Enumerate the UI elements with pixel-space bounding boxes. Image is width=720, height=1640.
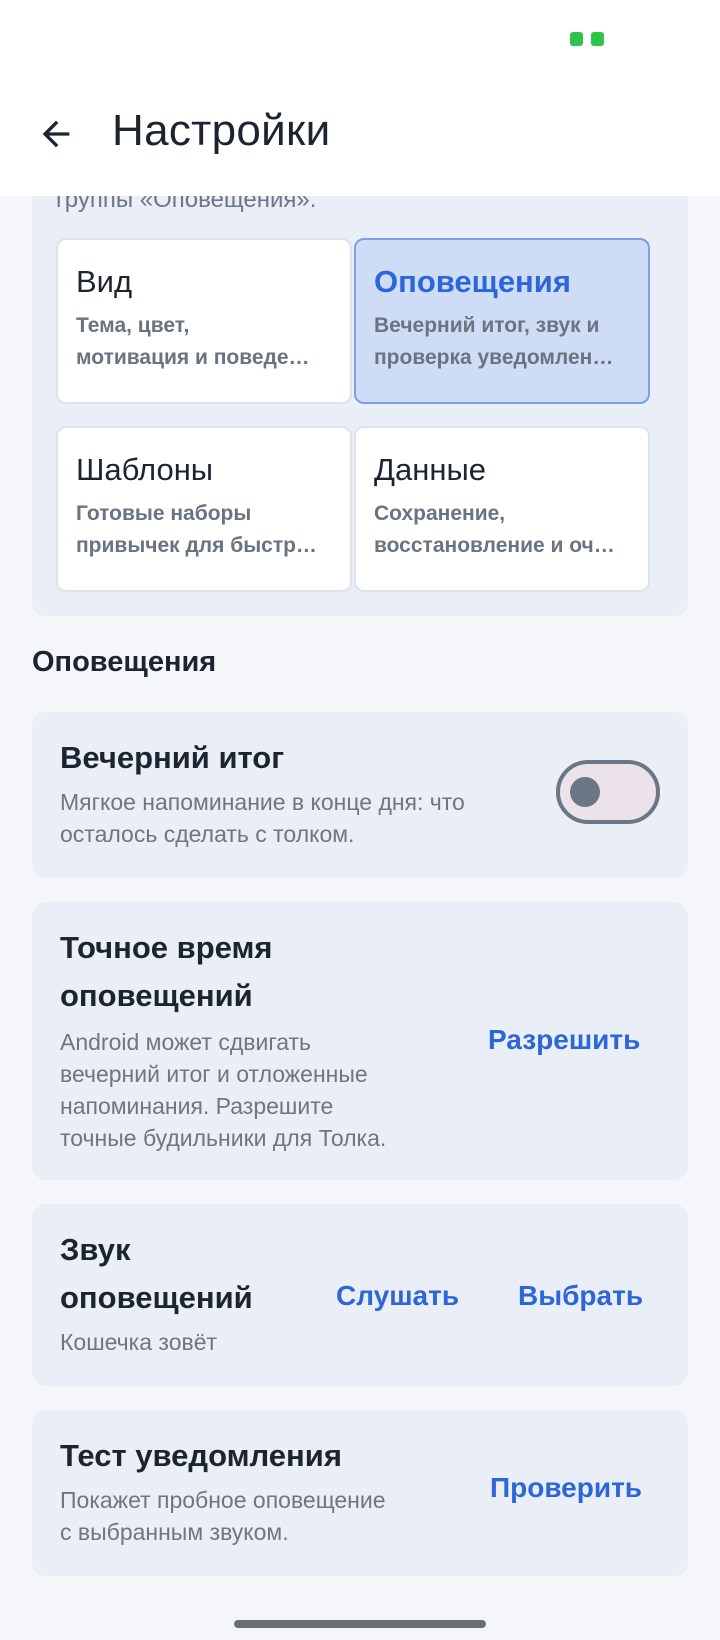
exact-time-setting: Точное время оповещений Android может сд… bbox=[32, 902, 688, 1180]
choose-sound-button[interactable]: Выбрать bbox=[518, 1280, 643, 1312]
selected-sound: Кошечка зовёт bbox=[60, 1329, 218, 1355]
category-card-notifications[interactable]: Оповещения Вечерний итог, звук и проверк… bbox=[354, 238, 650, 404]
listen-button[interactable]: Слушать bbox=[336, 1280, 459, 1312]
check-button[interactable]: Проверить bbox=[490, 1472, 642, 1504]
category-description: Вечерний итог, звук и проверка уведомлен… bbox=[374, 314, 614, 369]
app-bar: Настройки bbox=[0, 80, 720, 196]
toggle-knob bbox=[570, 777, 600, 807]
category-description: Сохранение, восстановление и оч… bbox=[374, 502, 615, 557]
category-description: Готовые наборы привычек для быстр… bbox=[76, 502, 317, 557]
arrow-left-icon bbox=[42, 120, 70, 148]
setting-description: Покажет пробное оповещение с выбранным з… bbox=[60, 1487, 386, 1545]
category-description: Тема, цвет, мотивация и поведе… bbox=[76, 314, 310, 369]
category-card-appearance[interactable]: Вид Тема, цвет, мотивация и поведе… bbox=[56, 238, 352, 404]
setting-description: Мягкое напоминание в конце дня: что оста… bbox=[60, 789, 465, 847]
setting-title: Вечерний итог bbox=[60, 740, 285, 775]
allow-button[interactable]: Разрешить bbox=[488, 1024, 640, 1056]
camera-in-use-icon bbox=[570, 32, 604, 46]
section-heading: Оповещения bbox=[32, 646, 217, 678]
page-title: Настройки bbox=[112, 106, 331, 155]
category-title: Данные bbox=[374, 452, 486, 487]
category-card-templates[interactable]: Шаблоны Готовые наборы привычек для быст… bbox=[56, 426, 352, 592]
status-bar bbox=[0, 0, 720, 80]
category-title: Оповещения bbox=[374, 264, 571, 299]
test-notification-setting: Тест уведомления Покажет пробное оповеще… bbox=[32, 1410, 688, 1576]
category-card-data[interactable]: Данные Сохранение, восстановление и оч… bbox=[354, 426, 650, 592]
home-indicator[interactable] bbox=[234, 1620, 486, 1628]
evening-summary-setting: Вечерний итог Мягкое напоминание в конце… bbox=[32, 712, 688, 878]
notification-sound-setting: Звук оповещений Кошечка зовёт Слушать Вы… bbox=[32, 1204, 688, 1386]
setting-title: Тест уведомления bbox=[60, 1438, 342, 1473]
settings-categories: группы «Оповещения». Вид Тема, цвет, мот… bbox=[32, 160, 688, 616]
back-button[interactable] bbox=[32, 110, 80, 158]
category-title: Шаблоны bbox=[76, 452, 214, 487]
setting-title: Звук оповещений bbox=[60, 1232, 253, 1315]
evening-summary-toggle[interactable] bbox=[556, 760, 660, 824]
setting-description: Android может сдвигать вечерний итог и о… bbox=[60, 1029, 387, 1151]
category-title: Вид bbox=[76, 264, 133, 299]
setting-title: Точное время оповещений bbox=[60, 930, 273, 1013]
